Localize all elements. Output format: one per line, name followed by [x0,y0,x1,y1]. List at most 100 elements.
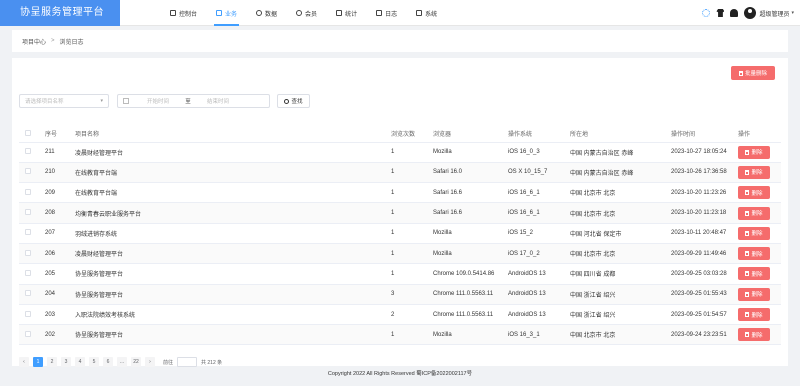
row-checkbox[interactable] [25,269,31,276]
pagination: ‹ 1 2 3 4 5 6 … 22 › 前往 共 212 条 [19,354,781,370]
trash-icon [745,271,750,277]
row-browser: Mozilla [433,142,508,163]
row-checkbox[interactable] [25,148,31,155]
batch-delete-button[interactable]: 批量删除 [731,66,775,80]
prev-page-button[interactable]: ‹ [19,357,29,367]
end-date-input[interactable]: 结束时间 [195,97,241,105]
nav-item-members[interactable]: 会员 [296,0,317,26]
delete-button[interactable]: 删除 [738,247,770,261]
nav-item-logs[interactable]: 日志 [376,0,397,26]
row-id: 210 [45,162,75,184]
delete-button[interactable]: 删除 [738,226,770,240]
breadcrumb-root[interactable]: 项目中心 [22,37,46,46]
search-button[interactable]: 查找 [277,94,310,108]
col-header-id: 序号 [45,126,75,143]
row-location: 中国 内蒙古自治区 赤峰 [570,162,671,184]
row-checkbox[interactable] [25,209,31,216]
select-all-checkbox[interactable] [25,129,31,136]
chevron-down-icon: ▾ [100,98,103,104]
page-ellipsis[interactable]: … [117,357,127,367]
nav-label: 业务 [225,11,238,18]
row-id: 204 [45,284,75,305]
row-action-cell: 删除 [738,162,781,184]
page-button[interactable]: 3 [61,357,71,367]
delete-button[interactable]: 删除 [738,206,770,220]
row-time: 2023-10-26 17:36:58 [671,162,738,184]
delete-label: 删除 [751,231,763,238]
col-header-browser: 浏览器 [433,126,508,143]
row-checkbox[interactable] [25,330,31,337]
delete-button[interactable]: 删除 [738,186,770,200]
row-os: AndroidOS 13 [508,263,570,285]
top-bar: 协呈服务管理平台 控制台 业务 数据 会员 统计 日志 系统 超级管理员 ▾ [0,0,800,26]
table-row: 202 协呈服务管理平台 1 Mozilla iOS 16_3_1 中国 北京市 北京 20… [19,324,781,346]
settings-gear-icon[interactable] [702,9,711,17]
row-checkbox[interactable] [25,290,31,297]
row-checkbox[interactable] [25,168,31,175]
row-time: 2023-09-25 03:03:28 [671,263,738,285]
row-project-name: 协呈服务管理平台 [75,324,391,346]
row-checkbox[interactable] [25,229,31,236]
trash-icon [745,149,750,155]
project-select[interactable]: 请选择项目名称 ▾ [19,94,109,108]
col-header-action: 操作 [738,126,781,143]
row-location: 中国 北京市 北京 [570,202,671,224]
goto-label: 前往 [163,359,174,366]
row-project-name: 凌晨财经管理平台 [75,142,391,163]
row-os: iOS 16_0_3 [508,142,570,163]
table-row: 205 协呈服务管理平台 1 Chrome 109.0.5414.86 AndroidO… [19,263,781,285]
theme-shirt-icon[interactable] [716,9,725,17]
trash-icon [745,210,750,216]
col-header-name: 项目名称 [75,126,391,143]
date-range-picker[interactable]: 开始时间 至 结束时间 [117,94,270,108]
row-browser: Safari 16.6 [433,202,508,224]
row-time: 2023-10-11 20:48:47 [671,223,738,244]
row-action-cell: 删除 [738,263,781,285]
page-button[interactable]: 2 [47,357,57,367]
nav-item-console[interactable]: 控制台 [170,0,197,26]
breadcrumb-separator: > [51,38,55,44]
table-row: 203 入职法院绩效考核系统 2 Chrome 111.0.5563.11 Androi… [19,304,781,326]
nav-item-data[interactable]: 数据 [256,0,277,26]
page-button[interactable]: 5 [89,357,99,367]
delete-button[interactable]: 删除 [738,165,770,179]
row-id: 202 [45,324,75,346]
start-date-input[interactable]: 开始时间 [135,97,181,105]
trash-icon [745,169,750,175]
page-button[interactable]: 22 [131,357,141,367]
page-button[interactable]: 6 [103,357,113,367]
col-header-count: 浏览次数 [391,126,433,143]
delete-button[interactable]: 删除 [738,308,770,322]
delete-button[interactable]: 删除 [738,328,770,342]
row-select-cell [19,304,45,326]
row-checkbox[interactable] [25,188,31,195]
row-location: 中国 北京市 北京 [570,324,671,346]
chevron-down-icon[interactable]: ▾ [791,10,794,16]
delete-button[interactable]: 删除 [738,145,770,159]
page-button[interactable]: 1 [33,357,43,367]
delete-button[interactable]: 删除 [738,267,770,281]
username[interactable]: 超级管理员 [759,9,789,18]
row-checkbox[interactable] [25,249,31,256]
next-page-button[interactable]: › [145,357,155,367]
row-select-cell [19,284,45,305]
page-button[interactable]: 4 [75,357,85,367]
goto-page-input[interactable] [177,357,198,367]
delete-button[interactable]: 删除 [738,287,770,301]
delete-label: 删除 [751,211,763,218]
row-checkbox[interactable] [25,310,31,317]
delete-label: 删除 [751,251,763,258]
row-action-cell: 删除 [738,304,781,326]
col-header-location: 所在地 [570,126,671,143]
row-os: iOS 15_2 [508,223,570,244]
row-view-count: 1 [391,142,433,163]
row-view-count: 1 [391,162,433,184]
nav-item-business[interactable]: 业务 [214,0,240,26]
row-action-cell: 删除 [738,243,781,265]
trash-icon [745,332,750,338]
nav-item-stats[interactable]: 统计 [336,0,357,26]
monitor-icon [170,10,176,16]
avatar[interactable] [744,7,757,19]
bell-icon[interactable] [730,9,739,17]
nav-item-system[interactable]: 系统 [416,0,437,26]
